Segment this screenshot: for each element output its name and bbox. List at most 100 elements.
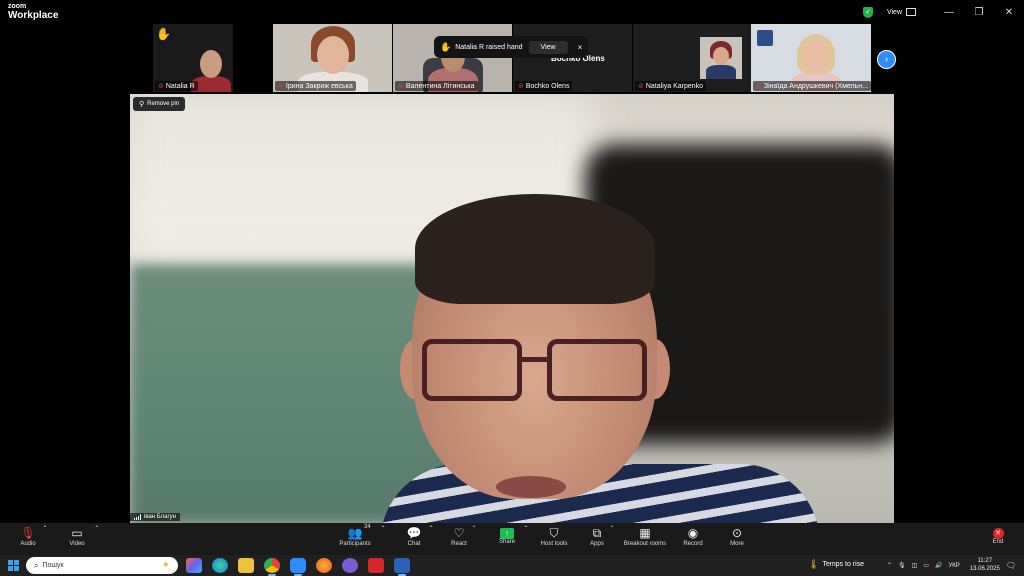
- audio-options-chevron-icon[interactable]: ⌃: [42, 525, 48, 532]
- participant-tile[interactable]: ⊘ Nataliya Karpenko: [633, 24, 753, 92]
- participant-name-label: ⊘ Nataliya Karpenko: [635, 81, 707, 91]
- raised-hand-notification: ✋ Natalia R raised hand View ×: [434, 36, 588, 58]
- encryption-shield-icon[interactable]: ✓: [862, 6, 873, 18]
- chrome-browser-icon[interactable]: [264, 558, 280, 573]
- remove-pin-button[interactable]: ⚲ Remove pin: [133, 97, 186, 111]
- logo-small-text: zoom: [8, 3, 27, 10]
- view-button[interactable]: View: [887, 9, 902, 16]
- participant-strip: ✋ ⊘ Natalia R ⊘ Ірина Закриж евська ⊘ Ва…: [153, 24, 871, 92]
- next-page-arrow-icon[interactable]: ›: [877, 50, 896, 69]
- participant-face: [803, 40, 829, 74]
- view-grid-icon[interactable]: [906, 8, 916, 16]
- participant-name-label: ⊘ Ірина Закриж евська: [275, 81, 356, 91]
- share-screen-icon: ↑: [500, 528, 514, 539]
- active-speaker-video[interactable]: [130, 94, 894, 523]
- camera-icon[interactable]: ◫: [912, 562, 918, 569]
- notifications-icon[interactable]: 🗨: [1006, 561, 1016, 570]
- search-icon: ⌕: [34, 560, 39, 570]
- language-indicator[interactable]: УКР: [949, 563, 960, 569]
- mic-off-icon: ⊘: [398, 83, 404, 90]
- participant-body: [706, 65, 736, 79]
- mic-off-icon: ⊘: [518, 83, 524, 90]
- more-button[interactable]: ⊙ More: [709, 525, 765, 547]
- video-label: Video: [69, 541, 85, 547]
- participant-tile[interactable]: ⊘ Ірина Закриж евська: [273, 24, 392, 92]
- react-options-chevron-icon[interactable]: ⌃: [471, 525, 477, 532]
- participant-tile[interactable]: Bochko Olens ⊘ Bochko Olens: [513, 24, 632, 92]
- video-options-chevron-icon[interactable]: ⌃: [94, 525, 100, 532]
- microphone-icon[interactable]: 🎙: [898, 562, 906, 569]
- speaker-name-label: іван Благун: [130, 513, 180, 521]
- remove-pin-label: Remove pin: [147, 101, 180, 107]
- glasses-lens: [547, 339, 647, 401]
- weather-widget[interactable]: 🌡 Temps to rise: [808, 559, 864, 570]
- organization-logo: [757, 30, 773, 46]
- edge-browser-icon[interactable]: [212, 558, 228, 573]
- speaker-hair: [415, 194, 655, 304]
- participant-name: Валентина Літинська: [405, 82, 475, 90]
- participant-name-label: ⊘ Валентина Літинська: [395, 81, 478, 91]
- participant-name: Natalia R: [165, 82, 195, 90]
- zoom-logo: zoom Workplace: [8, 3, 58, 21]
- participant-tile[interactable]: ⊘ Валентина Літинська: [393, 24, 512, 92]
- volume-icon[interactable]: 🔊: [935, 562, 942, 569]
- pdf-reader-icon[interactable]: [368, 558, 384, 573]
- copilot-sparkle-icon: ✦: [161, 560, 170, 571]
- participants-icon: 👥: [347, 526, 363, 540]
- record-label: Record: [683, 541, 703, 547]
- meeting-toolbar: 🎙 Audio ⌃ ▭ Video ⌃ 👥 Participants 34 ⌃ …: [0, 523, 1024, 555]
- chat-label: Chat: [407, 541, 421, 547]
- participant-profile-picture: [700, 37, 742, 79]
- raised-hand-icon: ✋: [440, 41, 452, 52]
- participant-face: [713, 47, 729, 65]
- copilot-app-icon[interactable]: [186, 558, 202, 573]
- zoom-app-icon[interactable]: [290, 558, 306, 573]
- speaker-glasses: [422, 339, 652, 409]
- clock-date: 13.06.2025: [969, 565, 1000, 572]
- restore-button[interactable]: ❐: [964, 7, 994, 18]
- close-button[interactable]: ✕: [994, 7, 1024, 18]
- search-placeholder: Пошук: [42, 562, 64, 569]
- participants-count-badge: 34: [364, 524, 371, 530]
- participant-name-label: ⊘ Bochko Olens: [515, 81, 573, 91]
- end-label: End: [992, 539, 1004, 545]
- apps-label: Apps: [590, 541, 604, 547]
- pin-icon: ⚲: [139, 101, 145, 108]
- notification-close-icon[interactable]: ×: [578, 43, 583, 52]
- participant-tile[interactable]: ✋ ⊘ Natalia R: [153, 24, 233, 92]
- notification-view-button[interactable]: View: [528, 40, 568, 54]
- apps-options-chevron-icon[interactable]: ⌃: [609, 525, 615, 532]
- file-explorer-icon[interactable]: [238, 558, 254, 573]
- mic-off-icon: ⊘: [756, 83, 762, 90]
- share-label: Share: [498, 539, 515, 545]
- participant-name-label: ⊘ Зінаїда Андрушкевич (Хмельн...: [753, 81, 871, 91]
- firefox-browser-icon[interactable]: [316, 558, 332, 573]
- react-label: React: [451, 541, 467, 547]
- participant-name: Bochko Olens: [525, 82, 570, 90]
- tray-overflow-chevron-icon[interactable]: ⌃: [887, 562, 892, 569]
- mic-off-icon: ⊘: [638, 83, 644, 90]
- participant-name: Ірина Закриж евська: [285, 82, 353, 90]
- minimize-button[interactable]: —: [934, 7, 964, 18]
- mic-off-icon: ⊘: [278, 83, 284, 90]
- glasses-lens: [422, 339, 522, 401]
- taskbar-search-input[interactable]: ⌕ Пошук ✦: [26, 557, 178, 574]
- viber-app-icon[interactable]: [342, 558, 358, 573]
- system-tray: ⌃ 🎙 ◫ ▭ 🔊 УКР 11:27 13.06.2025 🗨: [887, 555, 1024, 576]
- clock-time: 11:27: [977, 558, 993, 565]
- notification-text: Natalia R raised hand: [455, 43, 523, 51]
- title-bar: zoom Workplace ✓ View — ❐ ✕: [0, 0, 1024, 24]
- participant-tile[interactable]: ⊘ Зінаїда Андрушкевич (Хмельн...: [751, 24, 871, 92]
- mic-off-icon: ⊘: [158, 83, 164, 90]
- participants-button[interactable]: 👥 Participants: [327, 525, 383, 547]
- taskbar-clock[interactable]: 11:27 13.06.2025: [970, 558, 1000, 572]
- speaker-mouth: [496, 476, 566, 498]
- host-tools-label: Host tools: [540, 541, 568, 547]
- participant-name: Nataliya Karpenko: [645, 82, 704, 90]
- end-button[interactable]: ✕ End: [970, 525, 1024, 545]
- windows-start-icon[interactable]: [8, 560, 19, 571]
- participant-name-label: ⊘ Natalia R: [155, 81, 198, 91]
- participants-label: Participants: [339, 541, 371, 547]
- network-icon[interactable]: ▭: [923, 562, 929, 569]
- word-app-icon[interactable]: [394, 558, 410, 573]
